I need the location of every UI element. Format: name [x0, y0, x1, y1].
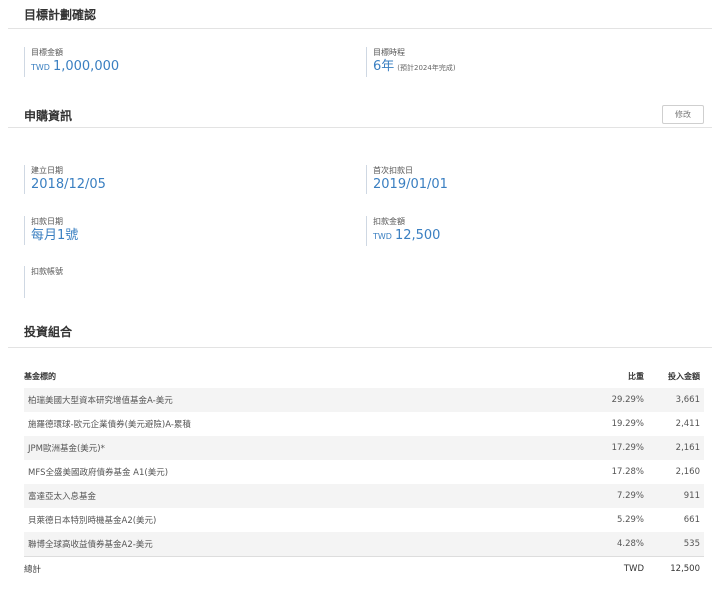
divider	[8, 28, 712, 29]
currency-label: TWD	[373, 232, 392, 241]
fund-name: 富達亞太入息基金	[24, 484, 584, 508]
fund-amount: 911	[644, 484, 704, 508]
goal-amount-number: 1,000,000	[52, 59, 120, 74]
goal-period-value: 6年 (預計2024年完成)	[373, 58, 456, 77]
fund-name: 聯博全球高收益債券基金A2-美元	[24, 532, 584, 556]
goal-amount-label: 目標金額	[31, 48, 63, 57]
debit-account-field: 扣款帳號	[24, 266, 63, 298]
goal-period-note: (預計2024年完成)	[397, 64, 456, 72]
fund-ratio: 5.29%	[584, 508, 644, 532]
fund-amount: 661	[644, 508, 704, 532]
column-header-ratio: 比重	[628, 371, 644, 381]
fund-name: 施羅德環球-歐元企業債券(美元避險)A-累積	[24, 412, 584, 436]
created-date-label: 建立日期	[31, 166, 63, 175]
fund-amount: 2,161	[644, 436, 704, 460]
fund-name: 柏瑞美國大型資本研究增值基金A-美元	[24, 388, 584, 412]
fund-ratio: 7.29%	[584, 484, 644, 508]
fund-ratio: 4.28%	[584, 532, 644, 556]
total-currency: TWD	[584, 555, 644, 582]
debit-amount-number: 12,500	[394, 228, 441, 243]
table-row: 富達亞太入息基金 7.29% 911	[24, 484, 704, 508]
table-row: 貝萊德日本特別時機基金A2(美元) 5.29% 661	[24, 508, 704, 532]
goal-amount-value: TWD 1,000,000	[31, 58, 119, 77]
debit-date-field: 扣款日期 每月1號	[24, 216, 78, 245]
fund-amount: 3,661	[644, 388, 704, 412]
table-row: JPM歐洲基金(美元)* 17.29% 2,161	[24, 436, 704, 460]
debit-account-label: 扣款帳號	[31, 267, 63, 276]
created-date-field: 建立日期 2018/12/05	[24, 165, 106, 194]
portfolio-section-title: 投資組合	[24, 325, 73, 339]
column-header-amount: 投入金額	[668, 371, 700, 381]
table-header-row: 基金標的 比重 投入金額	[24, 364, 704, 388]
goal-period-number: 6年	[373, 59, 395, 74]
purchase-section-title: 申購資訊	[24, 109, 73, 123]
debit-date-value: 每月1號	[31, 228, 79, 243]
table-total-row: 總計 TWD 12,500	[24, 555, 704, 582]
debit-amount-value: TWD 12,500	[373, 227, 440, 246]
goal-section-title: 目標計劃確認	[24, 8, 97, 22]
fund-amount: 535	[644, 532, 704, 556]
fund-name: MFS全盛美國政府債券基金 A1(美元)	[24, 460, 584, 484]
table-row: MFS全盛美國政府債券基金 A1(美元) 17.28% 2,160	[24, 460, 704, 484]
created-date-value: 2018/12/05	[31, 177, 106, 192]
first-debit-label: 首次扣款日	[373, 166, 413, 175]
edit-button[interactable]: 修改	[662, 105, 704, 124]
fund-amount: 2,160	[644, 460, 704, 484]
goal-period-field: 目標時程 6年 (預計2024年完成)	[366, 47, 456, 77]
total-amount: 12,500	[644, 555, 704, 582]
table-row: 柏瑞美國大型資本研究增值基金A-美元 29.29% 3,661	[24, 388, 704, 412]
fund-name: JPM歐洲基金(美元)*	[24, 436, 584, 460]
debit-date-label: 扣款日期	[31, 217, 63, 226]
column-header-fund: 基金標的	[24, 371, 56, 381]
divider	[8, 127, 712, 128]
goal-period-label: 目標時程	[373, 48, 405, 57]
table-row: 施羅德環球-歐元企業債券(美元避險)A-累積 19.29% 2,411	[24, 412, 704, 436]
first-debit-field: 首次扣款日 2019/01/01	[366, 165, 448, 194]
currency-label: TWD	[31, 63, 50, 72]
first-debit-value: 2019/01/01	[373, 177, 448, 192]
fund-amount: 2,411	[644, 412, 704, 436]
fund-name: 貝萊德日本特別時機基金A2(美元)	[24, 508, 584, 532]
fund-ratio: 17.28%	[584, 460, 644, 484]
debit-amount-field: 扣款金額 TWD 12,500	[366, 216, 440, 246]
fund-ratio: 19.29%	[584, 412, 644, 436]
debit-amount-label: 扣款金額	[373, 217, 405, 226]
fund-ratio: 29.29%	[584, 388, 644, 412]
table-row: 聯博全球高收益債券基金A2-美元 4.28% 535	[24, 532, 704, 556]
fund-ratio: 17.29%	[584, 436, 644, 460]
divider	[8, 347, 712, 348]
portfolio-table: 基金標的 比重 投入金額 柏瑞美國大型資本研究增值基金A-美元 29.29% 3…	[24, 364, 704, 582]
total-label: 總計	[24, 555, 584, 582]
goal-amount-field: 目標金額 TWD 1,000,000	[24, 47, 119, 77]
